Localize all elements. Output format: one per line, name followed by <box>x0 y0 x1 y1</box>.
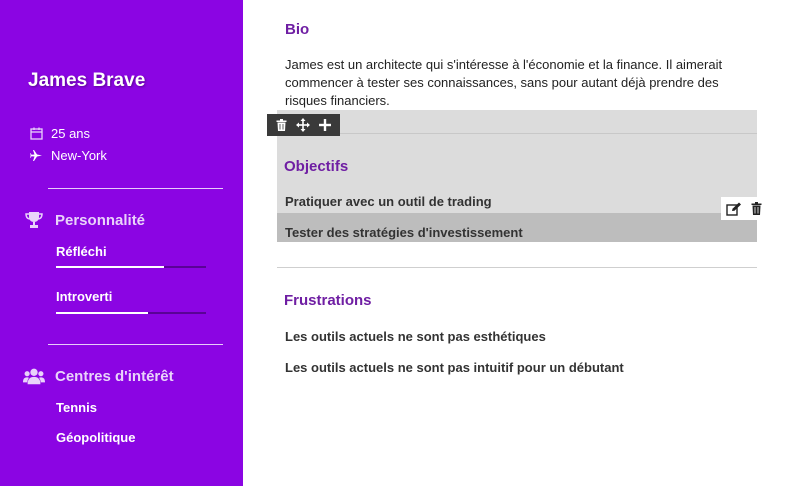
trait-bar-fill <box>56 312 148 314</box>
frustration-item: Les outils actuels ne sont pas esthétiqu… <box>285 329 546 344</box>
bio-text: James est un architecte qui s'intéresse … <box>285 57 723 108</box>
row-tools <box>721 197 769 220</box>
move-block-button[interactable] <box>295 117 311 133</box>
main-content: Bio James est un architecte qui s'intére… <box>243 0 790 486</box>
interest-item: Géopolitique <box>56 430 136 445</box>
location-text: New-York <box>51 148 107 163</box>
delete-item-button[interactable] <box>748 201 764 217</box>
personality-title: Personnalité <box>55 211 146 229</box>
interests-title: Centres d'intérêt <box>55 367 174 385</box>
persona-name: James Brave <box>28 70 146 91</box>
frustrations-title: Frustrations <box>284 292 372 309</box>
objective-item: Pratiquer avec un outil de trading <box>285 194 492 209</box>
bio-title: Bio <box>285 21 310 38</box>
trait-label: Introverti <box>56 289 113 304</box>
trash-icon <box>276 119 287 131</box>
users-icon <box>23 366 45 386</box>
objectives-title: Objectifs <box>284 158 349 175</box>
profile-sidebar: James Brave 25 ans New-York Personnalité… <box>0 0 243 486</box>
calendar-icon <box>29 127 43 141</box>
edit-item-button[interactable] <box>726 201 742 217</box>
delete-block-button[interactable] <box>274 117 290 133</box>
edit-icon <box>726 202 741 216</box>
frustration-item: Les outils actuels ne sont pas intuitif … <box>285 360 624 375</box>
interests-heading: Centres d'intérêt <box>23 366 174 386</box>
plane-icon <box>29 149 43 163</box>
trash-icon <box>751 202 761 215</box>
move-icon <box>296 118 311 132</box>
trait-bar-fill <box>56 266 164 268</box>
sidebar-divider <box>48 344 223 345</box>
sidebar-divider <box>48 188 223 189</box>
trait-bar <box>56 266 206 268</box>
age-row: 25 ans <box>29 126 90 141</box>
block-toolbar <box>267 114 340 136</box>
trait-bar <box>56 312 206 314</box>
personality-heading: Personnalité <box>23 210 145 230</box>
interest-item: Tennis <box>56 400 97 415</box>
location-row: New-York <box>29 148 107 163</box>
section-divider <box>277 133 757 134</box>
add-block-button[interactable] <box>317 117 333 133</box>
section-divider <box>277 267 757 268</box>
trait-label: Réfléchi <box>56 244 107 259</box>
trophy-icon <box>23 210 45 230</box>
objective-item: Tester des stratégies d'investissement <box>285 225 523 240</box>
plus-icon <box>319 119 332 131</box>
age-text: 25 ans <box>51 126 91 141</box>
